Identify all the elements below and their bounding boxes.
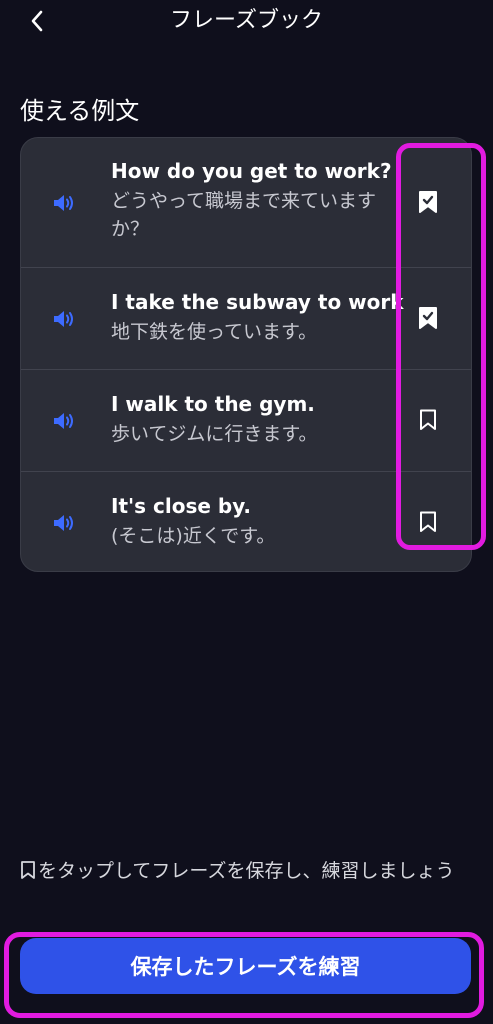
bookmark-outline-icon	[420, 409, 436, 430]
phrase-japanese: どうやって職場まで来ていますか？	[111, 190, 377, 240]
phrase-text: I walk to the gym. 歩いてジムに行きます。	[111, 390, 393, 448]
phrase-text: It's close by. (そこは)近くです。	[111, 492, 393, 550]
bookmark-check-icon	[419, 307, 437, 329]
bookmark-button[interactable]	[413, 405, 443, 435]
phrase-english: I walk to the gym.	[111, 392, 315, 416]
phrase-row: I take the subway to work. 地下鉄を使っています。	[21, 268, 471, 370]
phrase-japanese: (そこは)近くです。	[111, 525, 276, 547]
speaker-icon	[54, 311, 73, 327]
section-heading: 使える例文	[20, 97, 140, 125]
phrase-row: I walk to the gym. 歩いてジムに行きます。	[21, 370, 471, 472]
bookmark-button[interactable]	[413, 303, 443, 333]
phrase-english: How do you get to work?	[111, 159, 392, 183]
play-audio-button[interactable]	[49, 187, 81, 219]
hint-text: をタップしてフレーズを保存し、練習しましょう	[20, 856, 475, 886]
page-title: フレーズブック	[170, 8, 323, 33]
practice-saved-phrases-button[interactable]: 保存したフレーズを練習	[20, 938, 471, 994]
phrase-japanese: 地下鉄を使っています。	[111, 321, 318, 343]
play-audio-button[interactable]	[49, 507, 81, 539]
phrase-row: How do you get to work? どうやって職場まで来ていますか？	[21, 138, 471, 268]
bookmark-outline-icon	[420, 511, 436, 532]
phrase-row: It's close by. (そこは)近くです。	[21, 472, 471, 571]
phrase-japanese: 歩いてジムに行きます。	[111, 423, 318, 445]
bookmark-button[interactable]	[413, 507, 443, 537]
speaker-icon	[54, 413, 73, 429]
play-audio-button[interactable]	[49, 405, 81, 437]
bookmark-outline-icon	[21, 861, 35, 879]
phrase-list-card: How do you get to work? どうやって職場まで来ていますか？…	[20, 137, 472, 572]
top-bar: フレーズブック	[0, 0, 493, 46]
hint-label: をタップしてフレーズを保存し、練習しましょう	[38, 860, 455, 882]
phrase-text: I take the subway to work. 地下鉄を使っています。	[111, 288, 405, 346]
speaker-icon	[54, 515, 73, 531]
phrase-english: I take the subway to work.	[111, 290, 405, 314]
phrase-text: How do you get to work? どうやって職場まで来ていますか？	[111, 157, 393, 243]
play-audio-button[interactable]	[49, 303, 81, 335]
phrase-english: It's close by.	[111, 494, 251, 518]
speaker-icon	[54, 195, 73, 211]
bookmark-button[interactable]	[413, 187, 443, 217]
bookmark-check-icon	[419, 191, 437, 213]
